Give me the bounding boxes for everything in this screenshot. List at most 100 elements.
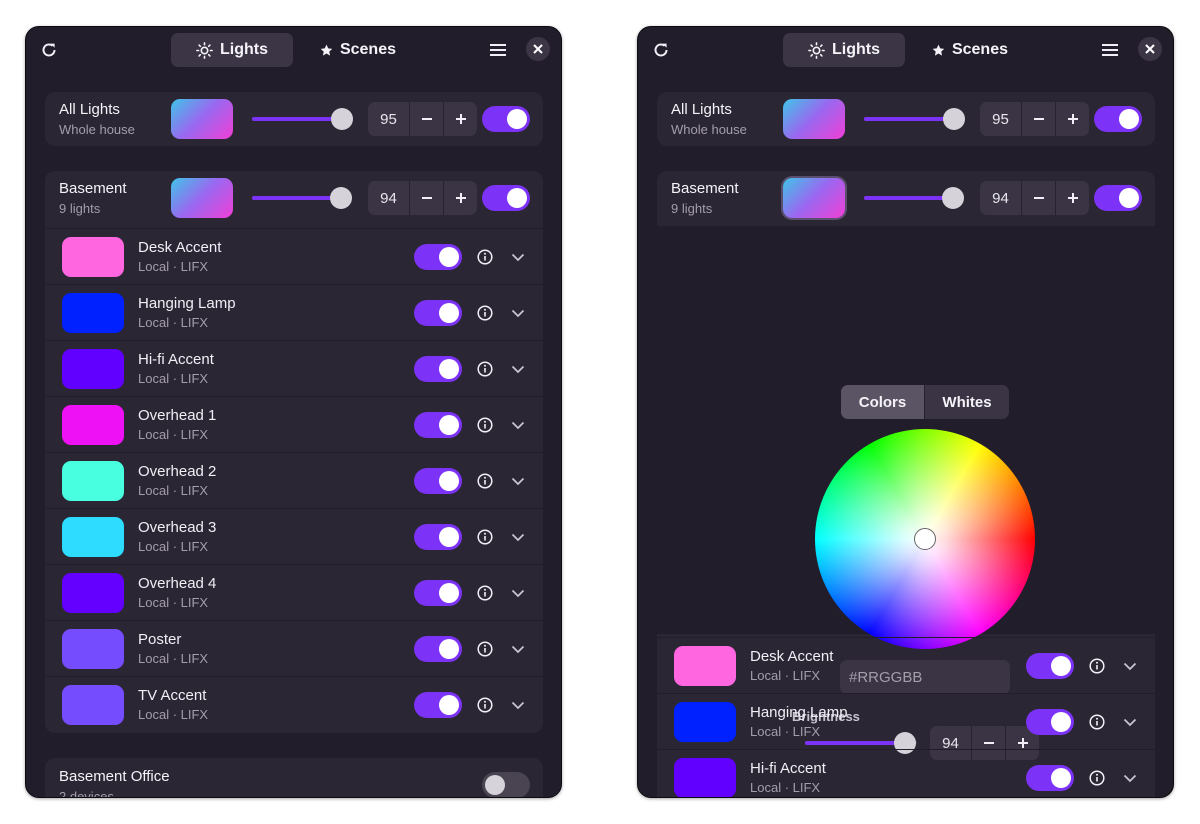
- light-power-toggle[interactable]: [414, 412, 462, 438]
- expand-button[interactable]: [508, 583, 528, 603]
- tab-scenes[interactable]: Scenes: [918, 33, 1022, 67]
- decrement-button[interactable]: [409, 181, 443, 215]
- power-toggle[interactable]: [1094, 106, 1142, 132]
- info-button[interactable]: [475, 583, 495, 603]
- light-power-toggle[interactable]: [414, 300, 462, 326]
- brightness-value[interactable]: 94: [980, 181, 1021, 215]
- info-button[interactable]: [475, 639, 495, 659]
- increment-button[interactable]: [1055, 181, 1089, 215]
- light-color-swatch[interactable]: [674, 646, 736, 686]
- slider-thumb[interactable]: [943, 108, 965, 130]
- expand-button[interactable]: [508, 247, 528, 267]
- power-toggle[interactable]: [482, 106, 530, 132]
- expand-button[interactable]: [508, 303, 528, 323]
- light-power-toggle[interactable]: [414, 580, 462, 606]
- light-power-toggle[interactable]: [414, 692, 462, 718]
- decrement-button[interactable]: [1021, 181, 1055, 215]
- light-row[interactable]: Hanging Lamp Local · LIFX: [45, 284, 543, 340]
- power-toggle[interactable]: [1094, 185, 1142, 211]
- info-button[interactable]: [475, 527, 495, 547]
- light-color-swatch[interactable]: [62, 685, 124, 725]
- tab-colors[interactable]: Colors: [841, 385, 924, 419]
- light-power-toggle[interactable]: [414, 524, 462, 550]
- brightness-value[interactable]: 95: [368, 102, 409, 136]
- brightness-slider[interactable]: [864, 107, 965, 131]
- light-color-swatch[interactable]: [62, 237, 124, 277]
- info-button[interactable]: [475, 303, 495, 323]
- group-color-swatch[interactable]: [171, 99, 233, 139]
- tab-scenes[interactable]: Scenes: [306, 33, 410, 67]
- light-power-toggle[interactable]: [414, 636, 462, 662]
- info-button[interactable]: [475, 359, 495, 379]
- expand-button[interactable]: [508, 695, 528, 715]
- brightness-slider[interactable]: [864, 186, 964, 210]
- group-color-swatch[interactable]: [783, 99, 845, 139]
- menu-button[interactable]: [484, 36, 512, 64]
- light-row[interactable]: TV Accent Local · LIFX: [45, 676, 543, 732]
- refresh-button[interactable]: [647, 36, 675, 64]
- expand-button[interactable]: [508, 527, 528, 547]
- light-row[interactable]: Overhead 4 Local · LIFX: [45, 564, 543, 620]
- info-button[interactable]: [475, 247, 495, 267]
- decrement-button[interactable]: [409, 102, 443, 136]
- info-button[interactable]: [1087, 768, 1107, 788]
- light-color-swatch[interactable]: [674, 702, 736, 742]
- info-button[interactable]: [475, 415, 495, 435]
- light-power-toggle[interactable]: [414, 468, 462, 494]
- expand-button[interactable]: [508, 415, 528, 435]
- light-color-swatch[interactable]: [62, 349, 124, 389]
- info-button[interactable]: [1087, 656, 1107, 676]
- expand-button[interactable]: [1120, 712, 1140, 732]
- light-power-toggle[interactable]: [414, 356, 462, 382]
- brightness-value[interactable]: 95: [980, 102, 1021, 136]
- light-row[interactable]: Hi-fi Accent Local · LIFX: [45, 340, 543, 396]
- expand-button[interactable]: [1120, 768, 1140, 788]
- light-row[interactable]: Desk Accent Local · LIFX: [657, 637, 1155, 693]
- brightness-value[interactable]: 94: [368, 181, 409, 215]
- light-row[interactable]: Hanging Lamp Local · LIFX: [657, 693, 1155, 749]
- light-row[interactable]: Hi-fi Accent Local · LIFX: [657, 749, 1155, 797]
- light-power-toggle[interactable]: [1026, 653, 1074, 679]
- slider-thumb[interactable]: [330, 187, 352, 209]
- group-color-swatch-selected[interactable]: [783, 178, 845, 218]
- increment-button[interactable]: [443, 181, 477, 215]
- close-button[interactable]: [526, 37, 550, 61]
- light-color-swatch[interactable]: [62, 629, 124, 669]
- light-color-swatch[interactable]: [62, 461, 124, 501]
- light-row[interactable]: Desk Accent Local · LIFX: [45, 228, 543, 284]
- increment-button[interactable]: [1055, 102, 1089, 136]
- increment-button[interactable]: [443, 102, 477, 136]
- slider-thumb[interactable]: [331, 108, 353, 130]
- light-color-swatch[interactable]: [62, 293, 124, 333]
- tab-whites[interactable]: Whites: [924, 385, 1009, 419]
- close-button[interactable]: [1138, 37, 1162, 61]
- light-power-toggle[interactable]: [1026, 765, 1074, 791]
- light-color-swatch[interactable]: [674, 758, 736, 797]
- expand-button[interactable]: [508, 471, 528, 491]
- light-color-swatch[interactable]: [62, 517, 124, 557]
- expand-button[interactable]: [1120, 656, 1140, 676]
- light-row[interactable]: Poster Local · LIFX: [45, 620, 543, 676]
- brightness-slider[interactable]: [252, 186, 352, 210]
- slider-thumb[interactable]: [942, 187, 964, 209]
- light-row[interactable]: Overhead 2 Local · LIFX: [45, 452, 543, 508]
- light-color-swatch[interactable]: [62, 405, 124, 445]
- group-color-swatch[interactable]: [171, 178, 233, 218]
- power-toggle[interactable]: [482, 185, 530, 211]
- tab-lights[interactable]: Lights: [171, 33, 293, 67]
- light-power-toggle[interactable]: [414, 244, 462, 270]
- light-color-swatch[interactable]: [62, 573, 124, 613]
- refresh-button[interactable]: [35, 36, 63, 64]
- expand-button[interactable]: [508, 639, 528, 659]
- info-button[interactable]: [1087, 712, 1107, 732]
- info-button[interactable]: [475, 695, 495, 715]
- expand-button[interactable]: [508, 359, 528, 379]
- light-row[interactable]: Overhead 1 Local · LIFX: [45, 396, 543, 452]
- decrement-button[interactable]: [1021, 102, 1055, 136]
- light-row[interactable]: Overhead 3 Local · LIFX: [45, 508, 543, 564]
- light-power-toggle[interactable]: [1026, 709, 1074, 735]
- info-button[interactable]: [475, 471, 495, 491]
- menu-button[interactable]: [1096, 36, 1124, 64]
- color-wheel[interactable]: [815, 429, 1035, 649]
- tab-lights[interactable]: Lights: [783, 33, 905, 67]
